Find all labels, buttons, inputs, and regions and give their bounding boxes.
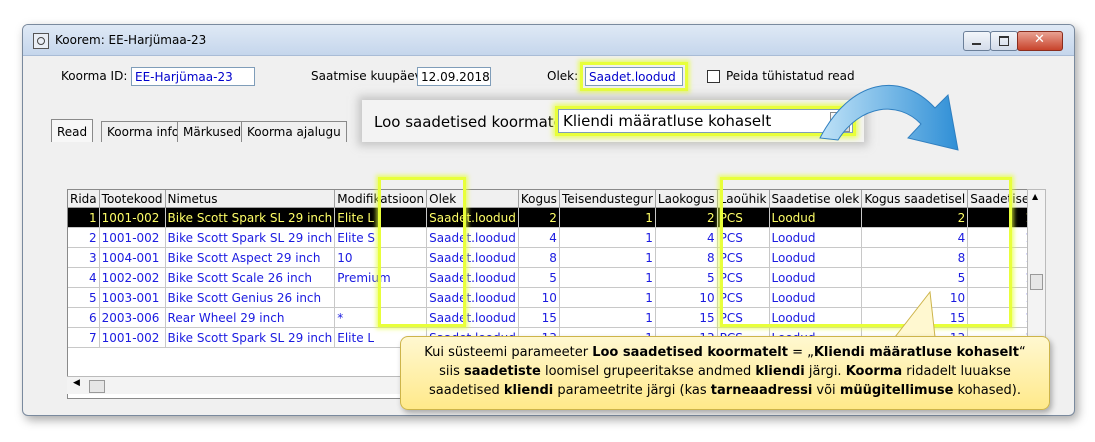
callout-line-3: saadetised kliendi parameetrite järgi (k… [429,383,1021,398]
callout-line-1: Kui süsteemi parameeter Loo saadetised k… [424,345,1026,360]
info-callout: Kui süsteemi parameeter Loo saadetised k… [400,336,1050,410]
callout-line-2: siis saadetiste loomisel grupeeritakse a… [439,364,1011,379]
